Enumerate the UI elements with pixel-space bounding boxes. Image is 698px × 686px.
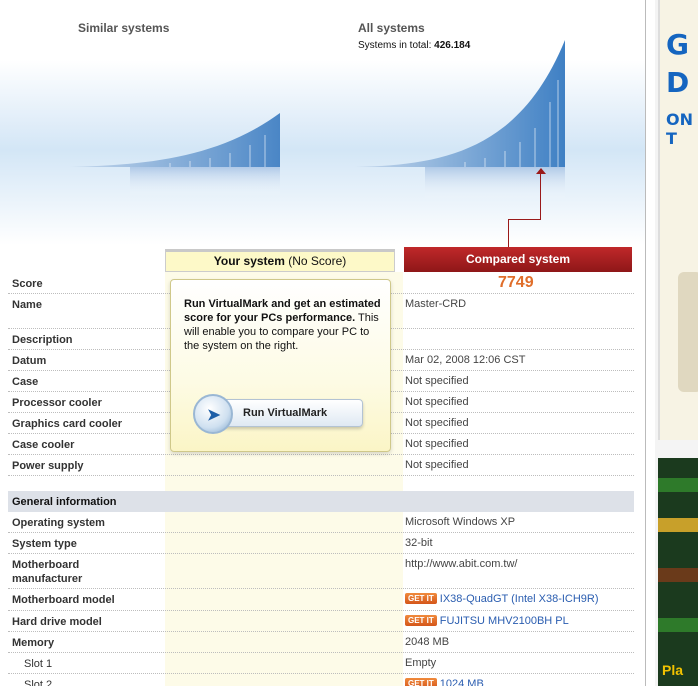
run-virtualmark-popup: Run VirtualMark and get an estimated sco… <box>170 279 391 452</box>
run-virtualmark-button[interactable]: ➤ Run VirtualMark <box>193 394 363 434</box>
ad-banner-bottom[interactable]: Pla <box>658 458 698 686</box>
ad-banner-top[interactable]: G D ON T <box>658 0 698 440</box>
your-system-header: Your system (No Score) <box>165 249 395 272</box>
hdd-model-value[interactable]: GET IT FUJITSU MHV2100BH PL <box>405 615 569 627</box>
slot1-label: Slot 1 <box>24 658 53 670</box>
mb-manufacturer-value: http://www.abit.com.tw/ <box>405 558 518 570</box>
your-system-label: Your system <box>213 254 285 268</box>
mb-model-value[interactable]: GET IT IX38-QuadGT (Intel X38-ICH9R) <box>405 593 599 605</box>
hdd-model-row: Hard drive model GET IT FUJITSU MHV2100BH… <box>8 611 634 632</box>
graphics-cooler-label: Graphics card cooler <box>12 418 123 430</box>
os-row: Operating system Microsoft Windows XP <box>8 512 634 533</box>
all-systems-curve <box>355 40 565 200</box>
mb-manufacturer-label: Motherboard manufacturer <box>12 559 83 585</box>
slot2-link[interactable]: 1024 MB <box>440 678 484 686</box>
os-label: Operating system <box>12 517 105 529</box>
score-value: 7749 <box>498 274 534 291</box>
your-system-note: (No Score) <box>288 254 347 268</box>
play-arrow-icon[interactable]: ➤ <box>193 394 233 434</box>
slot1-value: Empty <box>405 657 437 669</box>
compared-pointer-line-h <box>508 219 541 220</box>
popup-message-bold: Run VirtualMark and get an estimated sco… <box>184 298 381 324</box>
content-divider <box>645 0 646 686</box>
memory-value: 2048 MB <box>405 636 450 648</box>
general-info-title: General information <box>12 496 117 508</box>
ad-letter-1: G <box>666 28 689 61</box>
slot2-row: Slot 2 GET IT 1024 MB <box>8 674 634 686</box>
hdd-model-label: Hard drive model <box>12 616 102 628</box>
all-systems-title: All systems <box>358 21 425 35</box>
ad-letter-3: ON T <box>666 110 693 148</box>
get-it-badge[interactable]: GET IT <box>405 678 437 686</box>
name-label: Name <box>12 299 42 311</box>
case-label: Case <box>12 376 39 388</box>
mb-model-row: Motherboard model GET IT IX38-QuadGT (Int… <box>8 589 634 611</box>
popup-message: Run VirtualMark and get an estimated sco… <box>184 297 382 353</box>
mb-manufacturer-row: Motherboard manufacturer http://www.abit… <box>8 554 634 589</box>
mb-model-link[interactable]: IX38-QuadGT (Intel X38-ICH9R) <box>440 593 599 605</box>
memory-row: Memory 2048 MB <box>8 632 634 653</box>
os-value: Microsoft Windows XP <box>405 516 516 528</box>
description-label: Description <box>12 334 73 346</box>
run-virtualmark-label[interactable]: Run VirtualMark <box>243 407 327 419</box>
compared-pointer-line-v2 <box>508 219 509 247</box>
system-type-row: System type 32-bit <box>8 533 634 554</box>
slot2-value[interactable]: GET IT 1024 MB <box>405 678 484 686</box>
case-cooler-label: Case cooler <box>12 439 75 451</box>
mb-model-label: Motherboard model <box>12 594 115 606</box>
datum-label: Datum <box>12 355 47 367</box>
memory-label: Memory <box>12 637 55 649</box>
system-type-label: System type <box>12 538 77 550</box>
compared-pointer-line <box>540 173 541 219</box>
get-it-badge[interactable]: GET IT <box>405 593 437 604</box>
case-value: Not specified <box>405 375 469 387</box>
ad-letter-2: D <box>666 66 690 99</box>
power-supply-row: Power supply Not specified <box>8 455 634 476</box>
case-cooler-value: Not specified <box>405 438 469 450</box>
slot1-row: Slot 1 Empty <box>8 653 634 674</box>
ad-bottom-text: Pla <box>662 662 684 678</box>
processor-cooler-value: Not specified <box>405 396 469 408</box>
general-info-section-header: General information <box>8 491 634 512</box>
processor-cooler-label: Processor cooler <box>12 397 102 409</box>
similar-systems-title: Similar systems <box>78 21 170 35</box>
datum-value: Mar 02, 2008 12:06 CST <box>405 354 526 366</box>
score-label: Score <box>12 278 43 290</box>
compared-system-header: Compared system <box>404 247 632 272</box>
system-type-value: 32-bit <box>405 537 433 549</box>
similar-systems-curve <box>70 113 280 197</box>
name-value: Master-CRD <box>405 298 467 310</box>
compared-position-arrow <box>536 168 546 174</box>
hdd-model-link[interactable]: FUJITSU MHV2100BH PL <box>440 615 569 627</box>
ad-product-image <box>678 272 698 392</box>
get-it-badge[interactable]: GET IT <box>405 615 437 626</box>
distribution-charts-area: Similar systems All systems Systems in t… <box>0 0 645 250</box>
graphics-cooler-value: Not specified <box>405 417 469 429</box>
slot2-label: Slot 2 <box>24 679 53 686</box>
power-supply-label: Power supply <box>12 460 84 472</box>
power-supply-value: Not specified <box>405 459 469 471</box>
